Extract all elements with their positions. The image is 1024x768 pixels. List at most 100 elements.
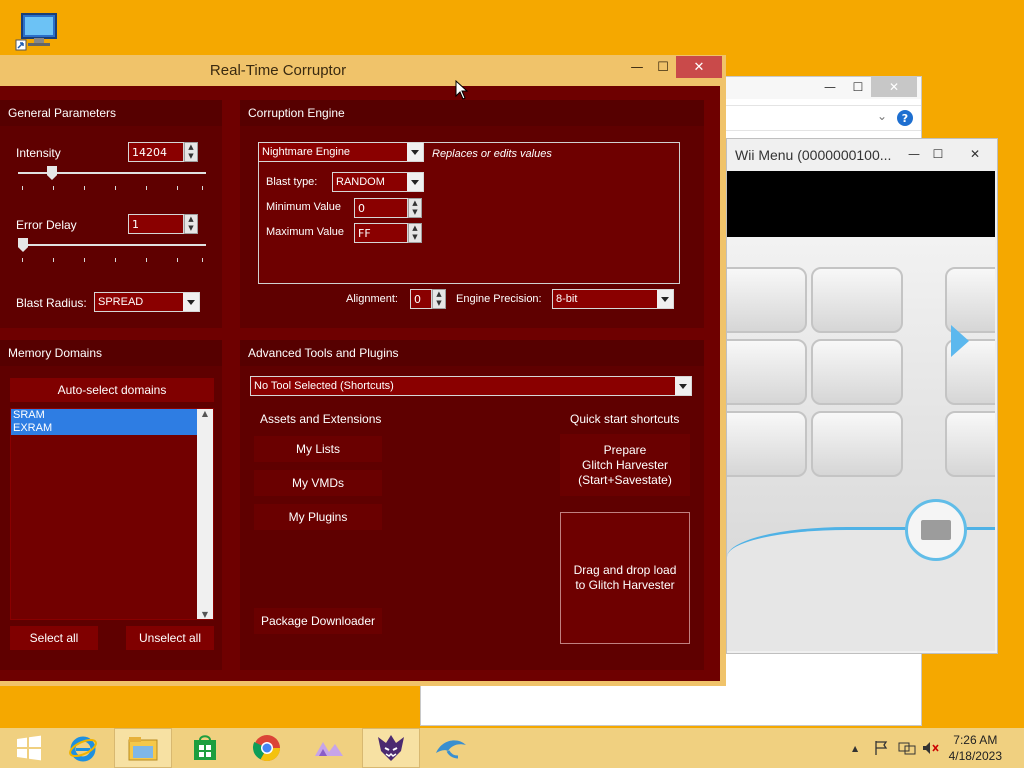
intensity-input[interactable]: 14204 bbox=[128, 142, 184, 162]
spin-down-icon[interactable]: ▼ bbox=[185, 224, 197, 233]
list-item[interactable]: EXRAM bbox=[11, 422, 197, 435]
chevron-down-icon[interactable] bbox=[407, 173, 423, 191]
spin-up-icon[interactable]: ▲ bbox=[433, 290, 445, 299]
engine-precision-select[interactable]: 8-bit bbox=[552, 289, 674, 309]
close-button[interactable]: ✕ bbox=[676, 56, 722, 78]
slider-tick bbox=[115, 186, 116, 190]
wii-channel-tile[interactable] bbox=[945, 411, 995, 477]
wii-menu-window[interactable]: Wii Menu (0000000100... — ☐ ✕ bbox=[726, 138, 998, 654]
wii-channel-tile[interactable] bbox=[811, 411, 903, 477]
unselect-all-button[interactable]: Unselect all bbox=[126, 626, 214, 650]
intensity-slider-thumb[interactable] bbox=[47, 166, 57, 180]
wii-channel-tile[interactable] bbox=[727, 339, 807, 405]
file-explorer-taskbar-button[interactable] bbox=[114, 728, 172, 768]
drop-zone-line: to Glitch Harvester bbox=[575, 578, 675, 592]
alignment-input[interactable]: 0 bbox=[410, 289, 432, 309]
network-icon[interactable] bbox=[898, 740, 916, 759]
wii-channel-grid bbox=[727, 237, 995, 651]
emulator-taskbar-button[interactable] bbox=[300, 728, 358, 768]
show-hidden-icons-button[interactable]: ▲ bbox=[852, 744, 858, 753]
minimum-value-input[interactable]: 0 bbox=[354, 198, 408, 218]
dolphin-taskbar-button[interactable] bbox=[422, 728, 480, 768]
my-plugins-button[interactable]: My Plugins bbox=[254, 504, 382, 530]
volume-muted-icon[interactable] bbox=[922, 740, 940, 759]
chrome-taskbar-button[interactable] bbox=[238, 728, 296, 768]
internet-explorer-icon bbox=[69, 736, 97, 762]
auto-select-domains-button[interactable]: Auto-select domains bbox=[10, 378, 214, 402]
internet-explorer-taskbar-button[interactable] bbox=[54, 728, 112, 768]
mountains-app-icon bbox=[315, 742, 343, 756]
intensity-spinner[interactable]: ▲ ▼ bbox=[184, 142, 198, 162]
rtc-taskbar-button[interactable] bbox=[362, 728, 420, 768]
maximum-value-spinner[interactable]: ▲ ▼ bbox=[408, 223, 422, 243]
blast-type-value: RANDOM bbox=[336, 176, 385, 188]
memory-domains-panel: Memory Domains Auto-select domains SRAM … bbox=[0, 340, 222, 670]
spin-down-icon[interactable]: ▼ bbox=[433, 299, 445, 308]
glitch-harvester-drop-zone[interactable]: Drag and drop load to Glitch Harvester bbox=[560, 512, 690, 644]
blast-type-label: Blast type: bbox=[266, 176, 318, 188]
chevron-down-icon[interactable] bbox=[657, 290, 673, 308]
alignment-spinner[interactable]: ▲ ▼ bbox=[432, 289, 446, 309]
engine-precision-label: Engine Precision: bbox=[456, 293, 542, 305]
help-icon[interactable]: ? bbox=[897, 110, 913, 126]
close-button[interactable]: ✕ bbox=[871, 77, 917, 97]
wii-channel-tile[interactable] bbox=[727, 267, 807, 333]
memory-domains-header: Memory Domains bbox=[0, 340, 222, 366]
wii-mail-button[interactable] bbox=[905, 499, 967, 561]
wii-channel-tile[interactable] bbox=[811, 339, 903, 405]
dolphin-icon bbox=[436, 740, 466, 759]
prepare-glitch-harvester-button[interactable]: Prepare Glitch Harvester (Start+Savestat… bbox=[560, 434, 690, 496]
mouse-cursor-icon bbox=[455, 79, 469, 104]
error-delay-slider-track[interactable] bbox=[18, 244, 206, 246]
list-item[interactable]: SRAM bbox=[11, 409, 213, 422]
select-all-button[interactable]: Select all bbox=[10, 626, 98, 650]
maximize-button[interactable]: ☐ bbox=[923, 143, 953, 165]
error-delay-slider-thumb[interactable] bbox=[18, 238, 28, 252]
maximum-value-input[interactable]: FF bbox=[354, 223, 408, 243]
list-scrollbar[interactable]: ▲ ▼ bbox=[197, 409, 213, 619]
my-vmds-button[interactable]: My VMDs bbox=[254, 470, 382, 496]
error-delay-input[interactable]: 1 bbox=[128, 214, 184, 234]
spin-up-icon[interactable]: ▲ bbox=[409, 199, 421, 208]
computer-desktop-icon[interactable] bbox=[14, 8, 62, 56]
chevron-down-icon[interactable] bbox=[407, 143, 423, 161]
engine-select[interactable]: Nightmare Engine bbox=[258, 142, 424, 162]
spin-down-icon[interactable]: ▼ bbox=[409, 208, 421, 217]
scroll-down-icon[interactable]: ▼ bbox=[197, 610, 213, 619]
close-button[interactable]: ✕ bbox=[955, 143, 995, 165]
wii-channel-tile[interactable] bbox=[811, 267, 903, 333]
minimum-value-spinner[interactable]: ▲ ▼ bbox=[408, 198, 422, 218]
tool-select[interactable]: No Tool Selected (Shortcuts) bbox=[250, 376, 692, 396]
intensity-slider-track[interactable] bbox=[18, 172, 206, 174]
store-taskbar-button[interactable] bbox=[176, 728, 234, 768]
error-delay-spinner[interactable]: ▲ ▼ bbox=[184, 214, 198, 234]
blast-radius-select[interactable]: SPREAD bbox=[94, 292, 200, 312]
wii-screen[interactable] bbox=[727, 171, 995, 651]
slider-tick bbox=[115, 258, 116, 262]
spin-up-icon[interactable]: ▲ bbox=[185, 215, 197, 224]
package-downloader-button[interactable]: Package Downloader bbox=[254, 608, 382, 634]
spin-up-icon[interactable]: ▲ bbox=[409, 224, 421, 233]
intensity-label: Intensity bbox=[16, 146, 61, 160]
prepare-line: (Start+Savestate) bbox=[578, 472, 672, 487]
spin-down-icon[interactable]: ▼ bbox=[185, 152, 197, 161]
start-button[interactable] bbox=[0, 728, 58, 768]
my-lists-button[interactable]: My Lists bbox=[254, 436, 382, 462]
rtc-titlebar[interactable]: Real-Time Corruptor — ☐ ✕ bbox=[0, 55, 726, 85]
scroll-up-icon[interactable]: ▲ bbox=[197, 409, 213, 418]
chevron-down-icon[interactable] bbox=[675, 377, 691, 395]
system-clock[interactable]: 7:26 AM 4/18/2023 bbox=[949, 732, 1002, 764]
next-page-arrow-icon[interactable] bbox=[951, 325, 969, 357]
drop-zone-line: Drag and drop load bbox=[573, 563, 677, 577]
memory-domain-list[interactable]: SRAM EXRAM ▲ ▼ bbox=[10, 408, 214, 620]
rtc-window[interactable]: Real-Time Corruptor — ☐ ✕ General Parame… bbox=[0, 55, 726, 686]
chevron-down-icon[interactable]: ⌄ bbox=[877, 109, 887, 123]
action-center-flag-icon[interactable] bbox=[874, 740, 888, 759]
wii-channel-tile[interactable] bbox=[727, 411, 807, 477]
blast-type-select[interactable]: RANDOM bbox=[332, 172, 424, 192]
chevron-down-icon[interactable] bbox=[183, 293, 199, 311]
spin-up-icon[interactable]: ▲ bbox=[185, 143, 197, 152]
wii-channel-tile[interactable] bbox=[945, 267, 995, 333]
folder-icon bbox=[128, 737, 158, 761]
spin-down-icon[interactable]: ▼ bbox=[409, 233, 421, 242]
